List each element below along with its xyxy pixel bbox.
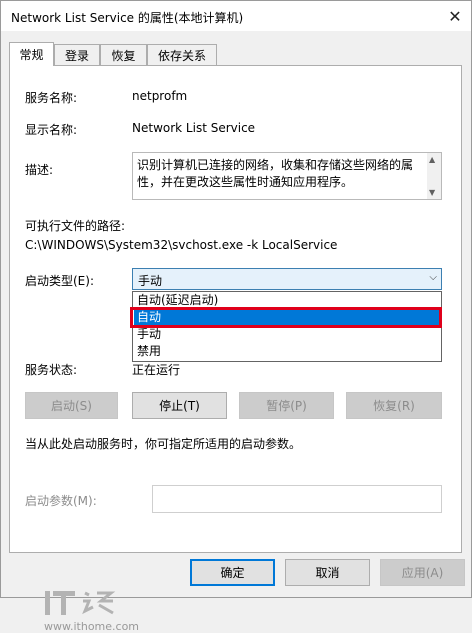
cancel-button[interactable]: 取消 xyxy=(285,559,370,586)
startup-params-hint: 当从此处启动服务时，你可指定所适用的启动参数。 xyxy=(25,437,302,451)
exe-path-value: C:\WINDOWS\System32\svchost.exe -k Local… xyxy=(25,238,338,252)
title-bar[interactable]: Network List Service 的属性(本地计算机) ✕ xyxy=(1,1,471,31)
resume-button[interactable]: 恢复(R) xyxy=(346,392,442,419)
description-box[interactable]: 识别计算机已连接的网络，收集和存储这些网络的属性，并在更改这些属性时通知应用程序… xyxy=(132,152,442,200)
startup-type-value: 手动 xyxy=(138,274,163,288)
display-name-label: 显示名称: xyxy=(25,123,78,137)
start-button[interactable]: 启动(S) xyxy=(25,392,118,419)
service-name-value: netprofm xyxy=(132,89,188,103)
service-status-label: 服务状态: xyxy=(25,363,78,377)
startup-params-input[interactable] xyxy=(152,485,442,513)
option-manual[interactable]: 手动 xyxy=(134,326,440,343)
scroll-down-icon[interactable]: ▼ xyxy=(429,188,435,197)
tab-logon[interactable]: 登录 xyxy=(54,44,100,66)
ithome-logo xyxy=(45,591,116,615)
startup-type-select[interactable]: 手动 ⌵ xyxy=(132,268,442,290)
stop-button[interactable]: 停止(T) xyxy=(132,392,227,419)
annotation-highlight-box xyxy=(130,307,442,328)
properties-dialog: Network List Service 的属性(本地计算机) ✕ 常规 登录 … xyxy=(0,0,472,633)
exe-path-label: 可执行文件的路径: xyxy=(25,219,126,233)
service-status-value: 正在运行 xyxy=(132,363,181,377)
window-title: Network List Service 的属性(本地计算机) xyxy=(11,11,244,25)
service-name-label: 服务名称: xyxy=(25,91,78,105)
tab-dependencies[interactable]: 依存关系 xyxy=(147,44,217,66)
close-icon[interactable]: ✕ xyxy=(443,5,467,27)
tab-recovery[interactable]: 恢复 xyxy=(100,44,147,66)
scroll-up-icon[interactable]: ▲ xyxy=(429,155,435,164)
apply-button[interactable]: 应用(A) xyxy=(380,559,465,586)
description-text: 识别计算机已连接的网络，收集和存储这些网络的属性，并在更改这些属性时通知应用程序… xyxy=(137,158,414,189)
pause-button[interactable]: 暂停(P) xyxy=(239,392,334,419)
startup-type-label: 启动类型(E): xyxy=(25,274,94,288)
tab-general[interactable]: 常规 xyxy=(9,42,54,66)
ok-button[interactable]: 确定 xyxy=(190,559,275,586)
startup-params-label: 启动参数(M): xyxy=(25,494,97,508)
general-panel: 服务名称: netprofm 显示名称: Network List Servic… xyxy=(9,65,462,633)
display-name-value: Network List Service xyxy=(132,121,256,135)
chevron-down-icon[interactable]: ⌵ xyxy=(429,272,437,283)
description-scrollbar[interactable]: ▲ ▼ xyxy=(427,153,441,199)
option-disabled[interactable]: 禁用 xyxy=(134,343,440,360)
description-label: 描述: xyxy=(25,163,54,177)
watermark-url: www.ithome.com xyxy=(44,620,140,633)
